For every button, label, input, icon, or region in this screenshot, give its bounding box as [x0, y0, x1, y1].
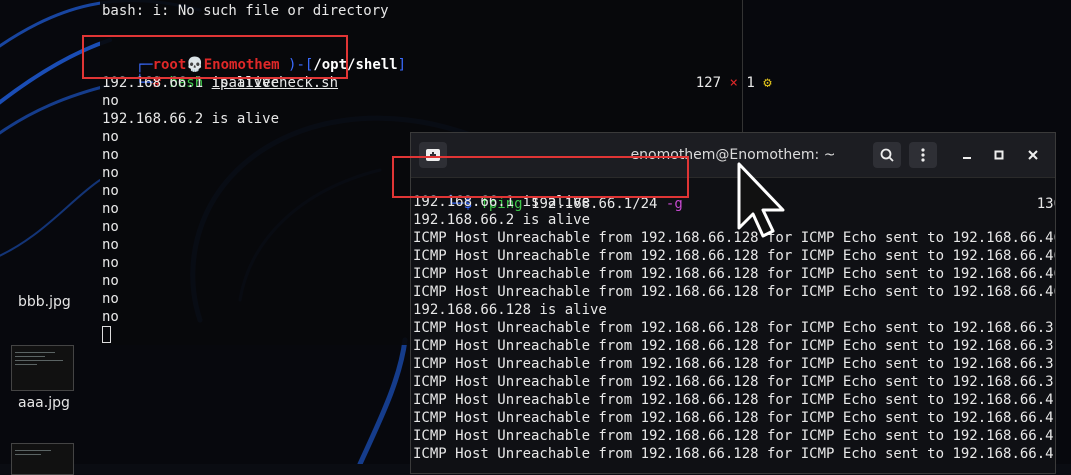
output-line: no — [102, 237, 119, 253]
maximize-button[interactable] — [985, 142, 1013, 168]
jobs-count: 1 — [746, 75, 755, 91]
command-flag: -g — [665, 196, 683, 212]
output-line: no — [102, 201, 119, 217]
output-line: no — [102, 93, 119, 109]
desktop-icon-thumbnail-aaa[interactable] — [11, 345, 74, 391]
output-line: ICMP Host Unreachable from 192.168.66.12… — [413, 320, 1054, 336]
output-line: no — [102, 255, 119, 271]
output-line: 192.168.66.2 is alive — [413, 212, 591, 228]
output-line: no — [102, 219, 119, 235]
desktop-icon-thumbnail-next[interactable] — [11, 443, 74, 475]
output-line: no — [102, 291, 119, 307]
search-icon — [880, 148, 894, 162]
exit-code: 127 — [695, 75, 722, 91]
output-line: ICMP Host Unreachable from 192.168.66.12… — [413, 266, 1056, 282]
terminal-cursor — [102, 326, 111, 343]
output-line: no — [102, 183, 119, 199]
output-line: ICMP Host Unreachable from 192.168.66.12… — [413, 248, 1056, 264]
minimize-button[interactable] — [953, 142, 981, 168]
output-line: ICMP Host Unreachable from 192.168.66.12… — [413, 374, 1054, 390]
highlight-box-front-prompt — [392, 156, 689, 198]
output-line: no — [102, 309, 119, 325]
output-line: no — [102, 129, 119, 145]
maximize-icon — [994, 150, 1004, 160]
highlight-box-back-prompt — [82, 35, 348, 79]
terminal-error-line: bash: i: No such file or directory — [102, 3, 389, 19]
status-indicator: 127 × 1 ⚙ — [662, 56, 772, 110]
output-line: no — [102, 273, 119, 289]
output-line: ICMP Host Unreachable from 192.168.66.12… — [413, 338, 1054, 354]
mouse-pointer-icon — [737, 162, 785, 238]
output-line: ICMP Host Unreachable from 192.168.66.12… — [413, 446, 1054, 462]
desktop-icon-label-aaa[interactable]: aaa.jpg — [18, 395, 70, 411]
close-icon — [1028, 150, 1038, 160]
kebab-menu-icon — [921, 148, 925, 162]
output-line: ICMP Host Unreachable from 192.168.66.12… — [413, 392, 1054, 408]
close-button[interactable] — [1019, 142, 1047, 168]
gear-icon: ⚙ — [763, 75, 772, 91]
output-line: ICMP Host Unreachable from 192.168.66.12… — [413, 410, 1054, 426]
output-line: ICMP Host Unreachable from 192.168.66.12… — [413, 428, 1054, 444]
menu-button[interactable] — [909, 142, 937, 168]
error-x-icon: × — [729, 75, 738, 91]
output-line: no — [102, 147, 119, 163]
front-status-indicator: 130 × — [1003, 177, 1055, 231]
output-line: no — [102, 165, 119, 181]
output-line: 192.168.66.2 is alive — [102, 111, 280, 127]
desktop-icon-label-bbb[interactable]: bbb.jpg — [18, 294, 71, 310]
output-line: 192.168.66.128 is alive — [413, 302, 607, 318]
exit-code: 130 — [1036, 196, 1055, 212]
minimize-icon — [963, 157, 971, 159]
search-button[interactable] — [873, 142, 901, 168]
output-line: ICMP Host Unreachable from 192.168.66.12… — [413, 356, 1054, 372]
output-line: ICMP Host Unreachable from 192.168.66.12… — [413, 284, 1056, 300]
